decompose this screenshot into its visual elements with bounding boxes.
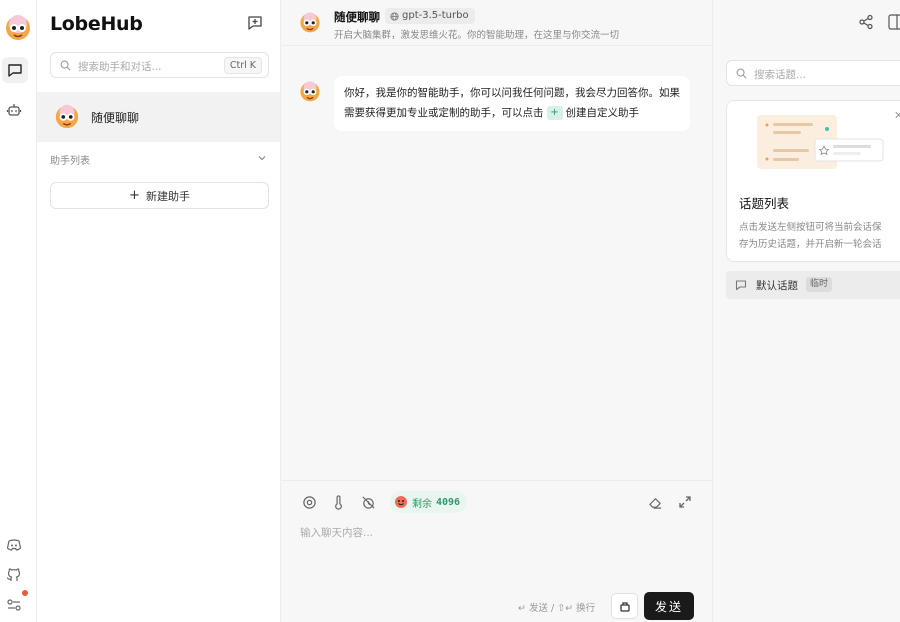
bot-icon[interactable] (4, 100, 24, 120)
session-name: 随便聊聊 (91, 111, 140, 125)
new-chat-icon[interactable] (246, 14, 266, 34)
panel-toggle-icon[interactable] (888, 13, 900, 31)
search-icon (60, 60, 71, 71)
brain-icon[interactable] (300, 493, 318, 511)
model-tag[interactable]: gpt-3.5-turbo (385, 8, 475, 24)
session-avatar (55, 104, 79, 129)
expand-icon[interactable] (676, 493, 694, 511)
stop-icon (619, 602, 630, 612)
topic-card-line1: 点击发送左侧按钮可将当前会话保 (739, 222, 882, 233)
session-item[interactable]: 随便聊聊 (37, 92, 280, 142)
search-shortcut: Ctrl K (223, 57, 262, 74)
add-agent-button[interactable]: + 新建助手 (50, 182, 269, 209)
topic-card-title: 话题列表 (739, 196, 790, 211)
default-topic-label: 默认话题 (756, 280, 798, 292)
app-logo-icon[interactable] (3, 12, 33, 42)
model-name: gpt-3.5-turbo (402, 10, 469, 21)
search-placeholder: 搜索助手和对话... (78, 61, 162, 73)
send-hint: ↵ 发送 / ⇧↵ 换行 (518, 603, 596, 614)
send-button[interactable]: 发送 (644, 592, 694, 620)
create-agent-chip[interactable]: + (546, 106, 563, 120)
settings-icon[interactable] (4, 595, 24, 615)
save-topic-button[interactable] (611, 593, 638, 619)
chat-input[interactable]: 输入聊天内容... (300, 525, 373, 540)
chat-header: 随便聊聊 gpt-3.5-turbo 开启大脑集群，激发思维火花。你的智能助理，… (282, 0, 712, 46)
assistant-avatar (300, 81, 320, 102)
topic-guide-card: ✕ 话题列表 点击发送左侧按钮可将当前会话保 存为历史话题，并开启新一轮会话 (726, 100, 900, 262)
assistant-message: 你好，我是你的智能助手，你可以问我任何问题，我会尽力回答你。如果需要获得更加专业… (334, 76, 690, 131)
nav-rail (0, 0, 37, 622)
default-topic-item[interactable]: 默认话题 临时 (726, 271, 900, 299)
agent-avatar[interactable] (298, 10, 322, 34)
discord-icon[interactable] (4, 535, 24, 555)
topic-card-body: 点击发送左侧按钮可将当前会话保 存为历史话题，并开启新一轮会话 (739, 219, 900, 253)
share-icon[interactable] (858, 14, 874, 30)
session-search-input[interactable]: 搜索助手和对话... Ctrl K (50, 52, 269, 78)
add-agent-label: 新建助手 (145, 189, 190, 203)
plus-icon: + (129, 188, 140, 203)
topic-illustration (757, 115, 884, 169)
history-icon[interactable] (359, 493, 377, 511)
topic-search-input[interactable]: 搜索话题... (726, 60, 900, 86)
tokens-value: 4096 (436, 496, 461, 508)
agent-group-label: 助手列表 (50, 156, 90, 167)
tokens-label: 剩余 (412, 498, 432, 510)
topic-icon (735, 280, 747, 291)
temporary-tag: 临时 (806, 277, 833, 292)
search-icon (736, 68, 747, 79)
token-counter[interactable]: 剩余 4096 (390, 491, 468, 513)
agent-title: 随便聊聊 (334, 10, 380, 24)
thermometer-icon[interactable] (329, 493, 347, 511)
chat-input-area: 剩余 4096 输入聊天内容... ↵ 发送 / ⇧↵ 换行 发送 (282, 480, 712, 622)
brand-title: LobeHub (50, 13, 143, 35)
message-text-end: 创建自定义助手 (565, 107, 640, 119)
agent-description: 开启大脑集群，激发思维火花。你的智能助理，在这里与你交流一切 (334, 30, 620, 41)
emoji-icon (395, 496, 407, 508)
topic-panel: 搜索话题... ✕ 话题列表 点击发送左侧按钮可将当前会话保 存为历史话题，并开… (712, 0, 900, 622)
topic-search-placeholder: 搜索话题... (754, 69, 807, 81)
chat-icon[interactable] (2, 57, 28, 83)
github-icon[interactable] (4, 565, 24, 585)
eraser-icon[interactable] (646, 493, 664, 511)
chevron-down-icon[interactable] (257, 153, 267, 163)
session-sidebar: LobeHub 搜索助手和对话... Ctrl K 随便聊聊 助手列表 + 新建… (37, 0, 281, 622)
chat-main: 随便聊聊 gpt-3.5-turbo 开启大脑集群，激发思维火花。你的智能助理，… (282, 0, 712, 622)
topic-card-line2: 存为历史话题，并开启新一轮会话 (739, 239, 882, 250)
notification-dot (22, 590, 28, 596)
globe-icon (390, 11, 399, 21)
